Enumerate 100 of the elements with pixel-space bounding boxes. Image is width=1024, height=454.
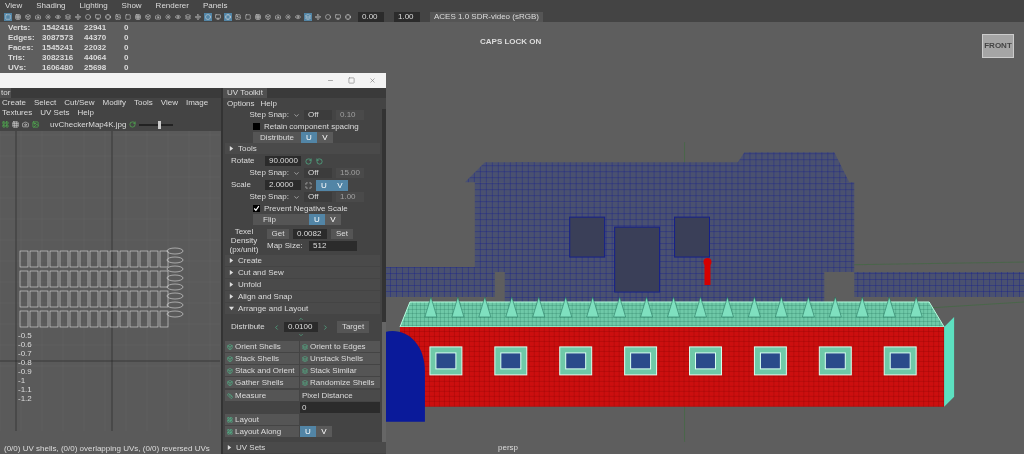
menu-item[interactable]: Textures <box>2 108 33 118</box>
crosshair-icon[interactable] <box>104 12 112 21</box>
layout-along-button[interactable]: Layout Along <box>225 426 299 437</box>
circle-icon[interactable] <box>204 12 212 21</box>
distribute-value-field[interactable]: 0.0100 <box>284 322 318 332</box>
menu-item[interactable]: Shading <box>36 0 66 11</box>
shell-tool-button[interactable]: Unstack Shells <box>300 353 380 364</box>
get-button[interactable]: Get <box>267 229 289 239</box>
menu-item[interactable]: Image <box>185 98 209 108</box>
axis-toggle[interactable]: V <box>332 179 348 191</box>
menu-item[interactable]: Modify <box>102 98 127 108</box>
grid-icon[interactable] <box>2 121 9 128</box>
brightness-slider[interactable] <box>139 120 174 129</box>
menu-item[interactable]: Options <box>227 97 255 110</box>
menu-item[interactable]: Help <box>260 97 278 110</box>
set-button[interactable]: Set <box>331 229 353 239</box>
rotate-clockwise-icon[interactable] <box>305 157 312 165</box>
axis-toggle[interactable]: U <box>309 214 325 225</box>
shell-tool-button[interactable]: Stack and Orient <box>225 365 299 376</box>
crosshair-icon[interactable] <box>344 12 352 21</box>
measure-button[interactable]: Measure <box>225 390 299 401</box>
rotate-counterclockwise-icon[interactable] <box>316 157 323 165</box>
square-icon[interactable] <box>4 12 12 21</box>
camera-icon[interactable] <box>34 12 42 21</box>
texture-name[interactable]: uvCheckerMap4K.jpg <box>50 118 127 131</box>
target-button[interactable]: Target <box>337 321 369 333</box>
maximize-icon[interactable] <box>348 77 355 84</box>
shell-tool-button[interactable]: Stack Similar <box>300 365 380 376</box>
menu-item[interactable]: Select <box>34 98 57 108</box>
section-header[interactable]: Tools <box>225 143 380 154</box>
monitor-icon[interactable] <box>94 12 102 21</box>
scrollbar[interactable] <box>382 109 386 442</box>
measure-mode-dropdown[interactable]: Pixel Distance <box>300 390 380 401</box>
grid-icon[interactable] <box>134 12 142 21</box>
dropdown-icon[interactable] <box>293 193 300 201</box>
axis-toggle[interactable]: V <box>317 132 333 143</box>
monitor-icon[interactable] <box>334 12 342 21</box>
section-header[interactable]: Unfold <box>225 279 380 290</box>
cube-icon[interactable] <box>24 12 32 21</box>
rotate-field[interactable]: 90.0000 <box>265 156 301 166</box>
axis-toggle[interactable]: V <box>316 426 332 437</box>
view-cube[interactable]: FRONT <box>982 34 1014 58</box>
layout-button[interactable]: Layout <box>225 414 299 425</box>
image-icon[interactable] <box>32 121 39 128</box>
light-icon[interactable] <box>164 12 172 21</box>
menu-item[interactable]: Show <box>121 0 142 11</box>
light-icon[interactable] <box>284 12 292 21</box>
camera-icon[interactable] <box>154 12 162 21</box>
minimize-icon[interactable] <box>327 77 334 84</box>
dropdown-icon[interactable] <box>293 111 300 119</box>
layers-icon[interactable] <box>64 12 72 21</box>
layers-icon[interactable] <box>184 12 192 21</box>
eye-icon[interactable] <box>174 12 182 21</box>
menu-item[interactable]: View <box>5 0 23 11</box>
monitor-icon[interactable] <box>214 12 222 21</box>
shell-tool-button[interactable]: Randomize Shells <box>300 377 380 388</box>
menu-item[interactable]: Panels <box>202 0 228 11</box>
camera-icon[interactable] <box>274 12 282 21</box>
menu-item[interactable]: Lighting <box>79 0 108 11</box>
section-header[interactable]: Align and Snap <box>225 291 380 302</box>
menu-item[interactable]: Create <box>2 98 26 108</box>
menu-item[interactable]: Tools <box>134 98 153 108</box>
axis-toggle[interactable]: U <box>300 426 316 437</box>
light-icon[interactable] <box>44 12 52 21</box>
measure-value-field[interactable]: 0 <box>300 402 380 413</box>
move-icon[interactable] <box>194 12 202 21</box>
checkbox[interactable] <box>253 123 260 130</box>
scale-field[interactable]: 2.0000 <box>265 180 301 190</box>
circle-icon[interactable] <box>84 12 92 21</box>
cube-icon[interactable] <box>264 12 272 21</box>
scale-icon[interactable] <box>305 181 312 189</box>
move-icon[interactable] <box>74 12 82 21</box>
eye-icon[interactable] <box>294 12 302 21</box>
shell-tool-button[interactable]: Stack Shells <box>225 353 299 364</box>
section-header[interactable]: Create <box>225 255 380 266</box>
cube-icon[interactable] <box>144 12 152 21</box>
grid-icon[interactable] <box>14 12 22 21</box>
eye-icon[interactable] <box>54 12 62 21</box>
shell-tool-button[interactable]: Orient Shells <box>225 341 299 352</box>
image-icon[interactable] <box>234 12 242 21</box>
image-icon[interactable] <box>114 12 122 21</box>
axis-toggle[interactable]: U <box>301 132 317 143</box>
panel-tab[interactable]: tor <box>0 88 12 98</box>
shell-tool-button[interactable]: Orient to Edges <box>300 341 380 352</box>
axis-toggle[interactable]: U <box>316 179 332 191</box>
crosshair-icon[interactable] <box>224 12 232 21</box>
gamma-field[interactable]: 1.00 <box>394 11 420 22</box>
color-space-dropdown[interactable]: ACES 1.0 SDR-video (sRGB) <box>430 11 543 22</box>
menu-item[interactable]: Cut/Sew <box>64 98 95 108</box>
section-header[interactable]: Cut and Sew <box>225 267 380 278</box>
grid-icon[interactable] <box>254 12 262 21</box>
section-header[interactable]: Arrange and Layout <box>225 303 380 314</box>
move-icon[interactable] <box>314 12 322 21</box>
menu-item[interactable]: Help <box>77 108 95 118</box>
exposure-field[interactable]: 0.00 <box>358 11 384 22</box>
menu-item[interactable]: Renderer <box>155 0 189 11</box>
close-icon[interactable] <box>369 77 376 84</box>
map-size-field[interactable]: 512 <box>309 241 357 251</box>
panel-tab[interactable]: UV Toolkit <box>223 88 267 98</box>
distribute-button[interactable]: Distribute <box>253 132 301 143</box>
